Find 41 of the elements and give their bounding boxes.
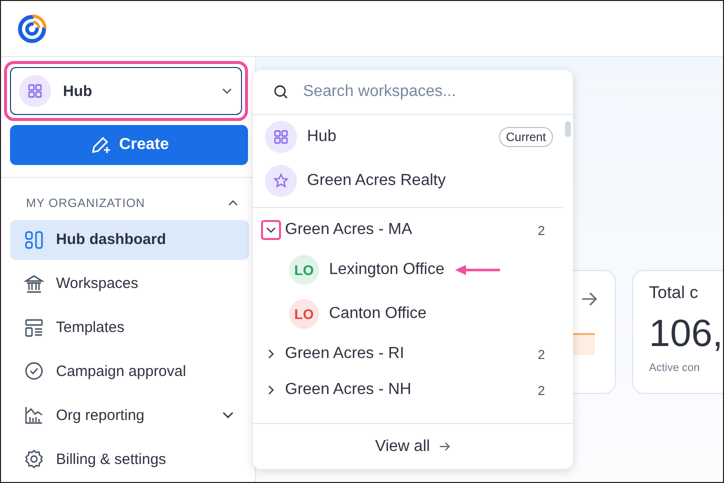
view-all-link[interactable]: View all xyxy=(253,423,573,469)
workspace-selector[interactable]: Hub xyxy=(10,67,242,115)
create-button[interactable]: Create xyxy=(10,125,248,165)
current-badge: Current xyxy=(498,127,553,147)
chart-icon xyxy=(24,405,44,426)
card-caption: Active con xyxy=(649,362,701,374)
initials-avatar: LO xyxy=(289,255,319,285)
settings-icon xyxy=(24,449,44,470)
workspace-item[interactable]: LO Canton Office xyxy=(253,292,563,336)
sidebar-item[interactable]: Billing & settings xyxy=(10,439,249,480)
workspace-group[interactable]: Green Acres - NH 2 xyxy=(253,372,563,408)
sidebar-item[interactable]: Templates xyxy=(10,308,249,348)
item-count: 2 xyxy=(538,222,545,238)
dashboard-icon xyxy=(24,230,44,250)
item-count: 2 xyxy=(538,382,545,398)
workspace-group[interactable]: Green Acres - RI 2 xyxy=(253,336,563,372)
card-title: Total c xyxy=(649,283,700,303)
arrow-right-icon xyxy=(438,440,451,453)
workspace-item[interactable]: Hub Current xyxy=(253,115,563,159)
grid-icon xyxy=(19,75,51,107)
scrollbar[interactable] xyxy=(565,121,571,137)
sidebar-item[interactable]: Org reporting xyxy=(10,395,249,436)
logo-icon xyxy=(16,12,48,44)
stat-value: 106, xyxy=(649,313,723,356)
sidebar-item[interactable]: Hub dashboard xyxy=(10,220,249,260)
initials-avatar: LO xyxy=(289,299,319,329)
sidebar-item[interactable]: Campaign approval xyxy=(10,351,249,392)
check-circle-icon xyxy=(24,361,44,382)
workspace-group[interactable]: Green Acres - MA 2 xyxy=(253,212,563,248)
pointer-arrow xyxy=(454,264,502,276)
item-count: 2 xyxy=(538,346,545,362)
workspace-item[interactable]: Green Acres Realty xyxy=(253,159,563,203)
sidebar-item[interactable]: Workspaces xyxy=(10,264,249,304)
workspace-item[interactable]: LO Lexington Office xyxy=(253,248,563,292)
grid-icon xyxy=(273,129,289,145)
template-icon xyxy=(24,318,44,338)
search-field[interactable]: Search workspaces... xyxy=(301,82,545,102)
search-icon xyxy=(273,84,289,100)
section-title: MY ORGANIZATION xyxy=(26,196,146,210)
bank-icon xyxy=(24,274,44,294)
star-icon xyxy=(273,173,289,189)
